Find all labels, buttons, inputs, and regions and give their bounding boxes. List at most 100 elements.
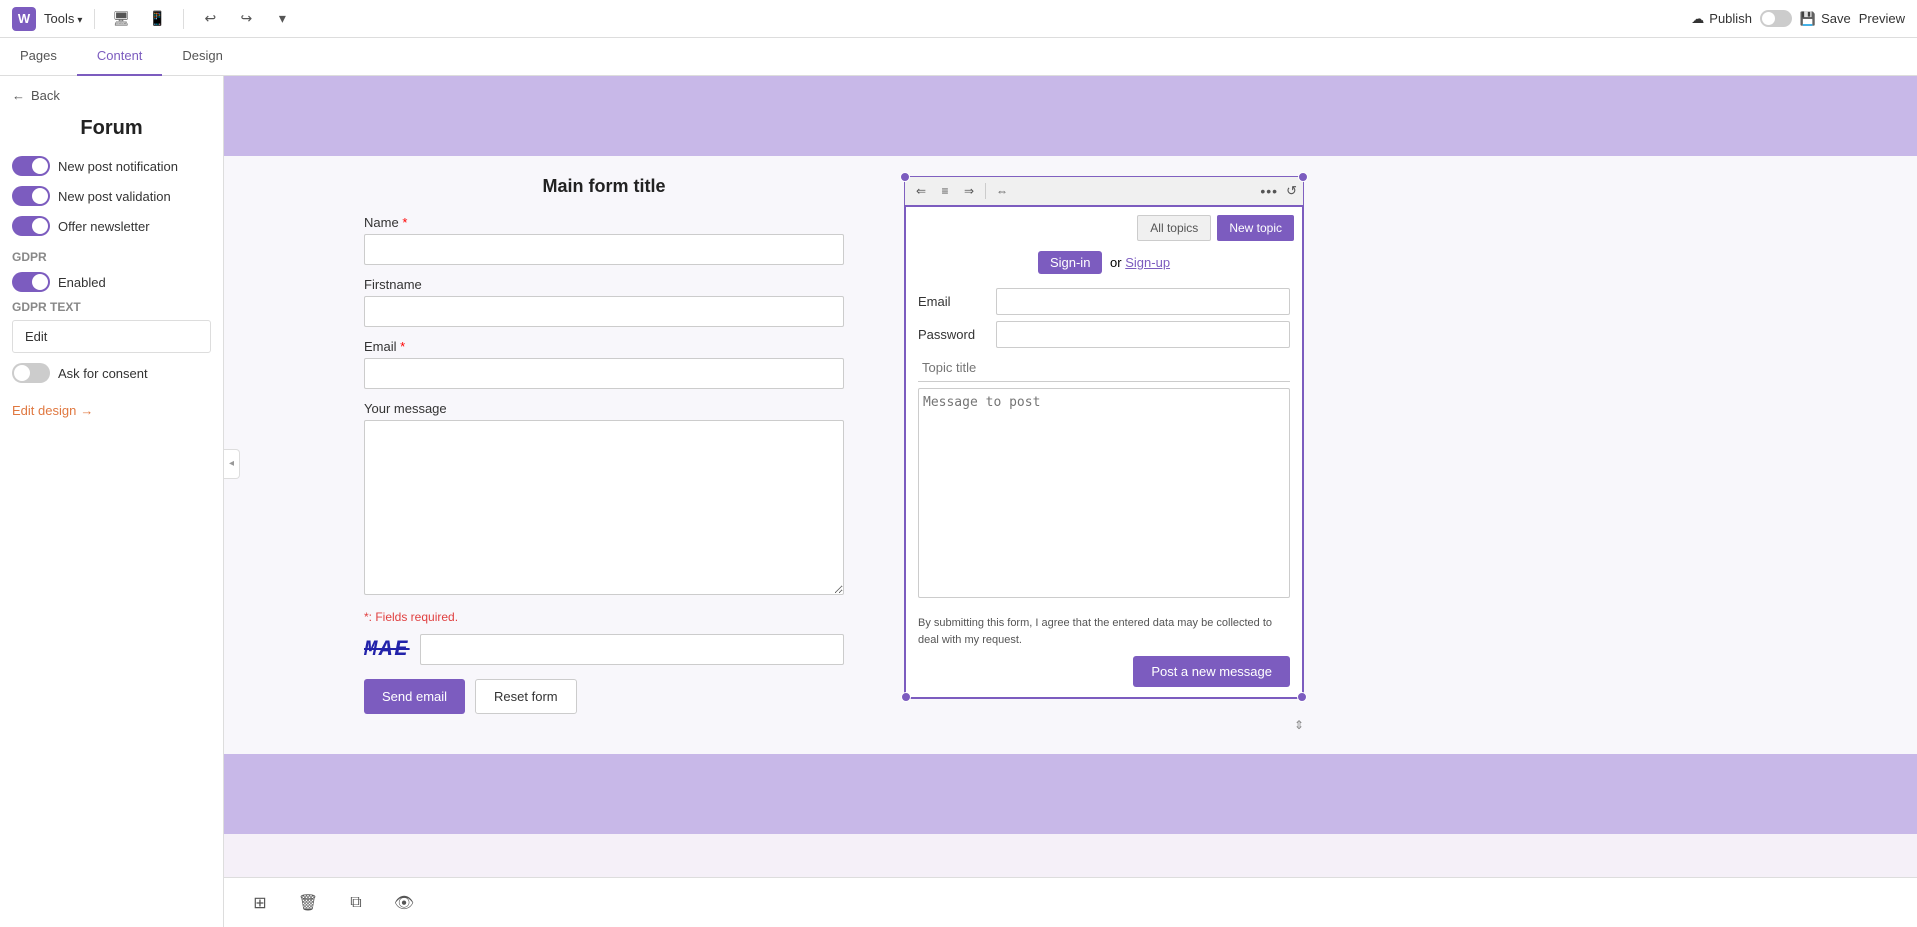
edit-design-link[interactable]: Edit design → <box>12 403 211 418</box>
captcha-input[interactable] <box>420 634 844 665</box>
firstname-input[interactable] <box>364 296 844 327</box>
post-new-message-button[interactable]: Post a new message <box>1133 656 1290 687</box>
gdpr-section-label: GDPR <box>12 250 211 264</box>
delete-button[interactable]: 🗑 <box>292 887 324 919</box>
widget-toolbar: ⇐ ≡ ⇒ ⇔ ••• ↺ <box>904 176 1304 205</box>
back-label: Back <box>31 88 60 103</box>
forum-widget: All topics New topic Sign-in or Sign-up … <box>904 205 1304 699</box>
form-group-name: Name * <box>364 215 844 265</box>
topic-title-input[interactable] <box>918 354 1290 382</box>
new-topic-button[interactable]: New topic <box>1217 215 1294 241</box>
resize-handle-tl[interactable] <box>900 172 910 182</box>
align-right-icon[interactable]: ⇒ <box>959 181 979 201</box>
message-textarea[interactable] <box>364 420 844 595</box>
toggle-row-offer-newsletter: Offer newsletter <box>12 216 211 236</box>
align-center-icon[interactable]: ≡ <box>935 181 955 201</box>
signin-button[interactable]: Sign-in <box>1038 251 1102 274</box>
captcha-image: MAE <box>364 637 410 662</box>
toolbar-separator-1 <box>94 9 95 29</box>
tools-dropdown[interactable]: Tools <box>44 11 82 26</box>
publish-toggle[interactable] <box>1760 10 1792 27</box>
tab-content[interactable]: Content <box>77 38 163 76</box>
email-required-star: * <box>400 339 405 354</box>
email-input[interactable] <box>364 358 844 389</box>
sidebar-collapse-button[interactable]: ◂ <box>224 449 240 479</box>
ask-consent-toggle[interactable] <box>12 363 50 383</box>
edit-gdpr-text-button[interactable]: Edit <box>12 320 211 353</box>
forum-footer: Post a new message <box>906 656 1302 697</box>
email-label: Email * <box>364 339 844 354</box>
forum-password-row: Password <box>918 321 1290 348</box>
form-main-title: Main form title <box>364 176 844 197</box>
fields-required-note: *: Fields required. <box>364 610 844 624</box>
align-left-icon[interactable]: ⇐ <box>911 181 931 201</box>
toggle-row-new-post-validation: New post validation <box>12 186 211 206</box>
preview-button[interactable]: Preview <box>1859 11 1905 26</box>
top-toolbar: W Tools 🖥 📱 ↩ ↪ ▾ ☁ Publish 💾 Save Previ… <box>0 0 1917 38</box>
bottom-resize-icon[interactable]: ⇕ <box>1294 718 1304 732</box>
form-group-firstname: Firstname <box>364 277 844 327</box>
redo-button[interactable]: ↪ <box>232 5 260 33</box>
canvas-content: Main form title Name * Firstname Email <box>224 156 1917 754</box>
publish-button[interactable]: ☁ Publish <box>1691 11 1752 27</box>
visibility-button[interactable]: 👁 <box>388 887 420 919</box>
toggle-row-new-post-notification: New post notification <box>12 156 211 176</box>
more-actions-button[interactable]: ▾ <box>268 5 296 33</box>
resize-handle-br[interactable] <box>1297 692 1307 702</box>
bottom-purple-banner <box>224 754 1917 834</box>
resize-handle-tr[interactable] <box>1298 172 1308 182</box>
message-label: Your message <box>364 401 844 416</box>
reset-form-button[interactable]: Reset form <box>475 679 577 714</box>
forum-password-input[interactable] <box>996 321 1290 348</box>
logo: W <box>12 7 36 31</box>
or-text: or <box>1110 255 1122 270</box>
firstname-label: Firstname <box>364 277 844 292</box>
forum-consent-text: By submitting this form, I agree that th… <box>906 609 1302 656</box>
captcha-row: MAE <box>364 634 844 665</box>
signup-link[interactable]: Sign-up <box>1125 255 1170 270</box>
widget-menu-dots-button[interactable]: ••• <box>1260 183 1278 199</box>
name-required-star: * <box>402 215 407 230</box>
all-topics-button[interactable]: All topics <box>1137 215 1211 241</box>
gdpr-enabled-label: Enabled <box>58 275 106 290</box>
forum-email-input[interactable] <box>996 288 1290 315</box>
device-desktop-icon[interactable]: 🖥 <box>107 5 135 33</box>
sub-toolbar: Pages Content Design <box>0 38 1917 76</box>
device-mobile-icon[interactable]: 📱 <box>143 5 171 33</box>
edit-design-label: Edit design <box>12 403 76 418</box>
gdpr-enabled-toggle[interactable] <box>12 272 50 292</box>
contact-form-section: Main form title Name * Firstname Email <box>364 176 844 714</box>
back-button[interactable]: ← Back <box>12 88 211 103</box>
name-label: Name * <box>364 215 844 230</box>
form-buttons: Send email Reset form <box>364 679 844 714</box>
forum-header: All topics New topic <box>906 207 1302 241</box>
form-group-message: Your message <box>364 401 844 598</box>
form-group-email: Email * <box>364 339 844 389</box>
name-input[interactable] <box>364 234 844 265</box>
back-arrow-icon: ← <box>12 88 25 103</box>
new-post-notification-label: New post notification <box>58 159 178 174</box>
message-post-textarea[interactable] <box>918 388 1290 598</box>
offer-newsletter-toggle[interactable] <box>12 216 50 236</box>
edit-design-arrow-icon: → <box>80 403 93 418</box>
save-button[interactable]: 💾 Save <box>1800 11 1851 27</box>
new-post-validation-label: New post validation <box>58 189 171 204</box>
forum-email-row: Email <box>918 288 1290 315</box>
resize-handle-bl[interactable] <box>901 692 911 702</box>
tab-pages[interactable]: Pages <box>0 38 77 76</box>
top-purple-banner <box>224 76 1917 156</box>
ask-consent-label: Ask for consent <box>58 366 148 381</box>
add-section-button[interactable]: ⊞ <box>244 887 276 919</box>
stretch-icon[interactable]: ⇔ <box>992 181 1012 201</box>
new-post-notification-toggle[interactable] <box>12 156 50 176</box>
save-label: Save <box>1821 11 1851 26</box>
widget-refresh-button[interactable]: ↺ <box>1286 183 1297 199</box>
send-email-button[interactable]: Send email <box>364 679 465 714</box>
undo-button[interactable]: ↩ <box>196 5 224 33</box>
layers-button[interactable]: ⧉ <box>340 887 372 919</box>
logo-letter: W <box>18 11 30 26</box>
tab-design[interactable]: Design <box>162 38 242 76</box>
new-post-validation-toggle[interactable] <box>12 186 50 206</box>
ask-consent-row: Ask for consent <box>12 363 211 383</box>
publish-cloud-icon: ☁ <box>1691 11 1704 27</box>
